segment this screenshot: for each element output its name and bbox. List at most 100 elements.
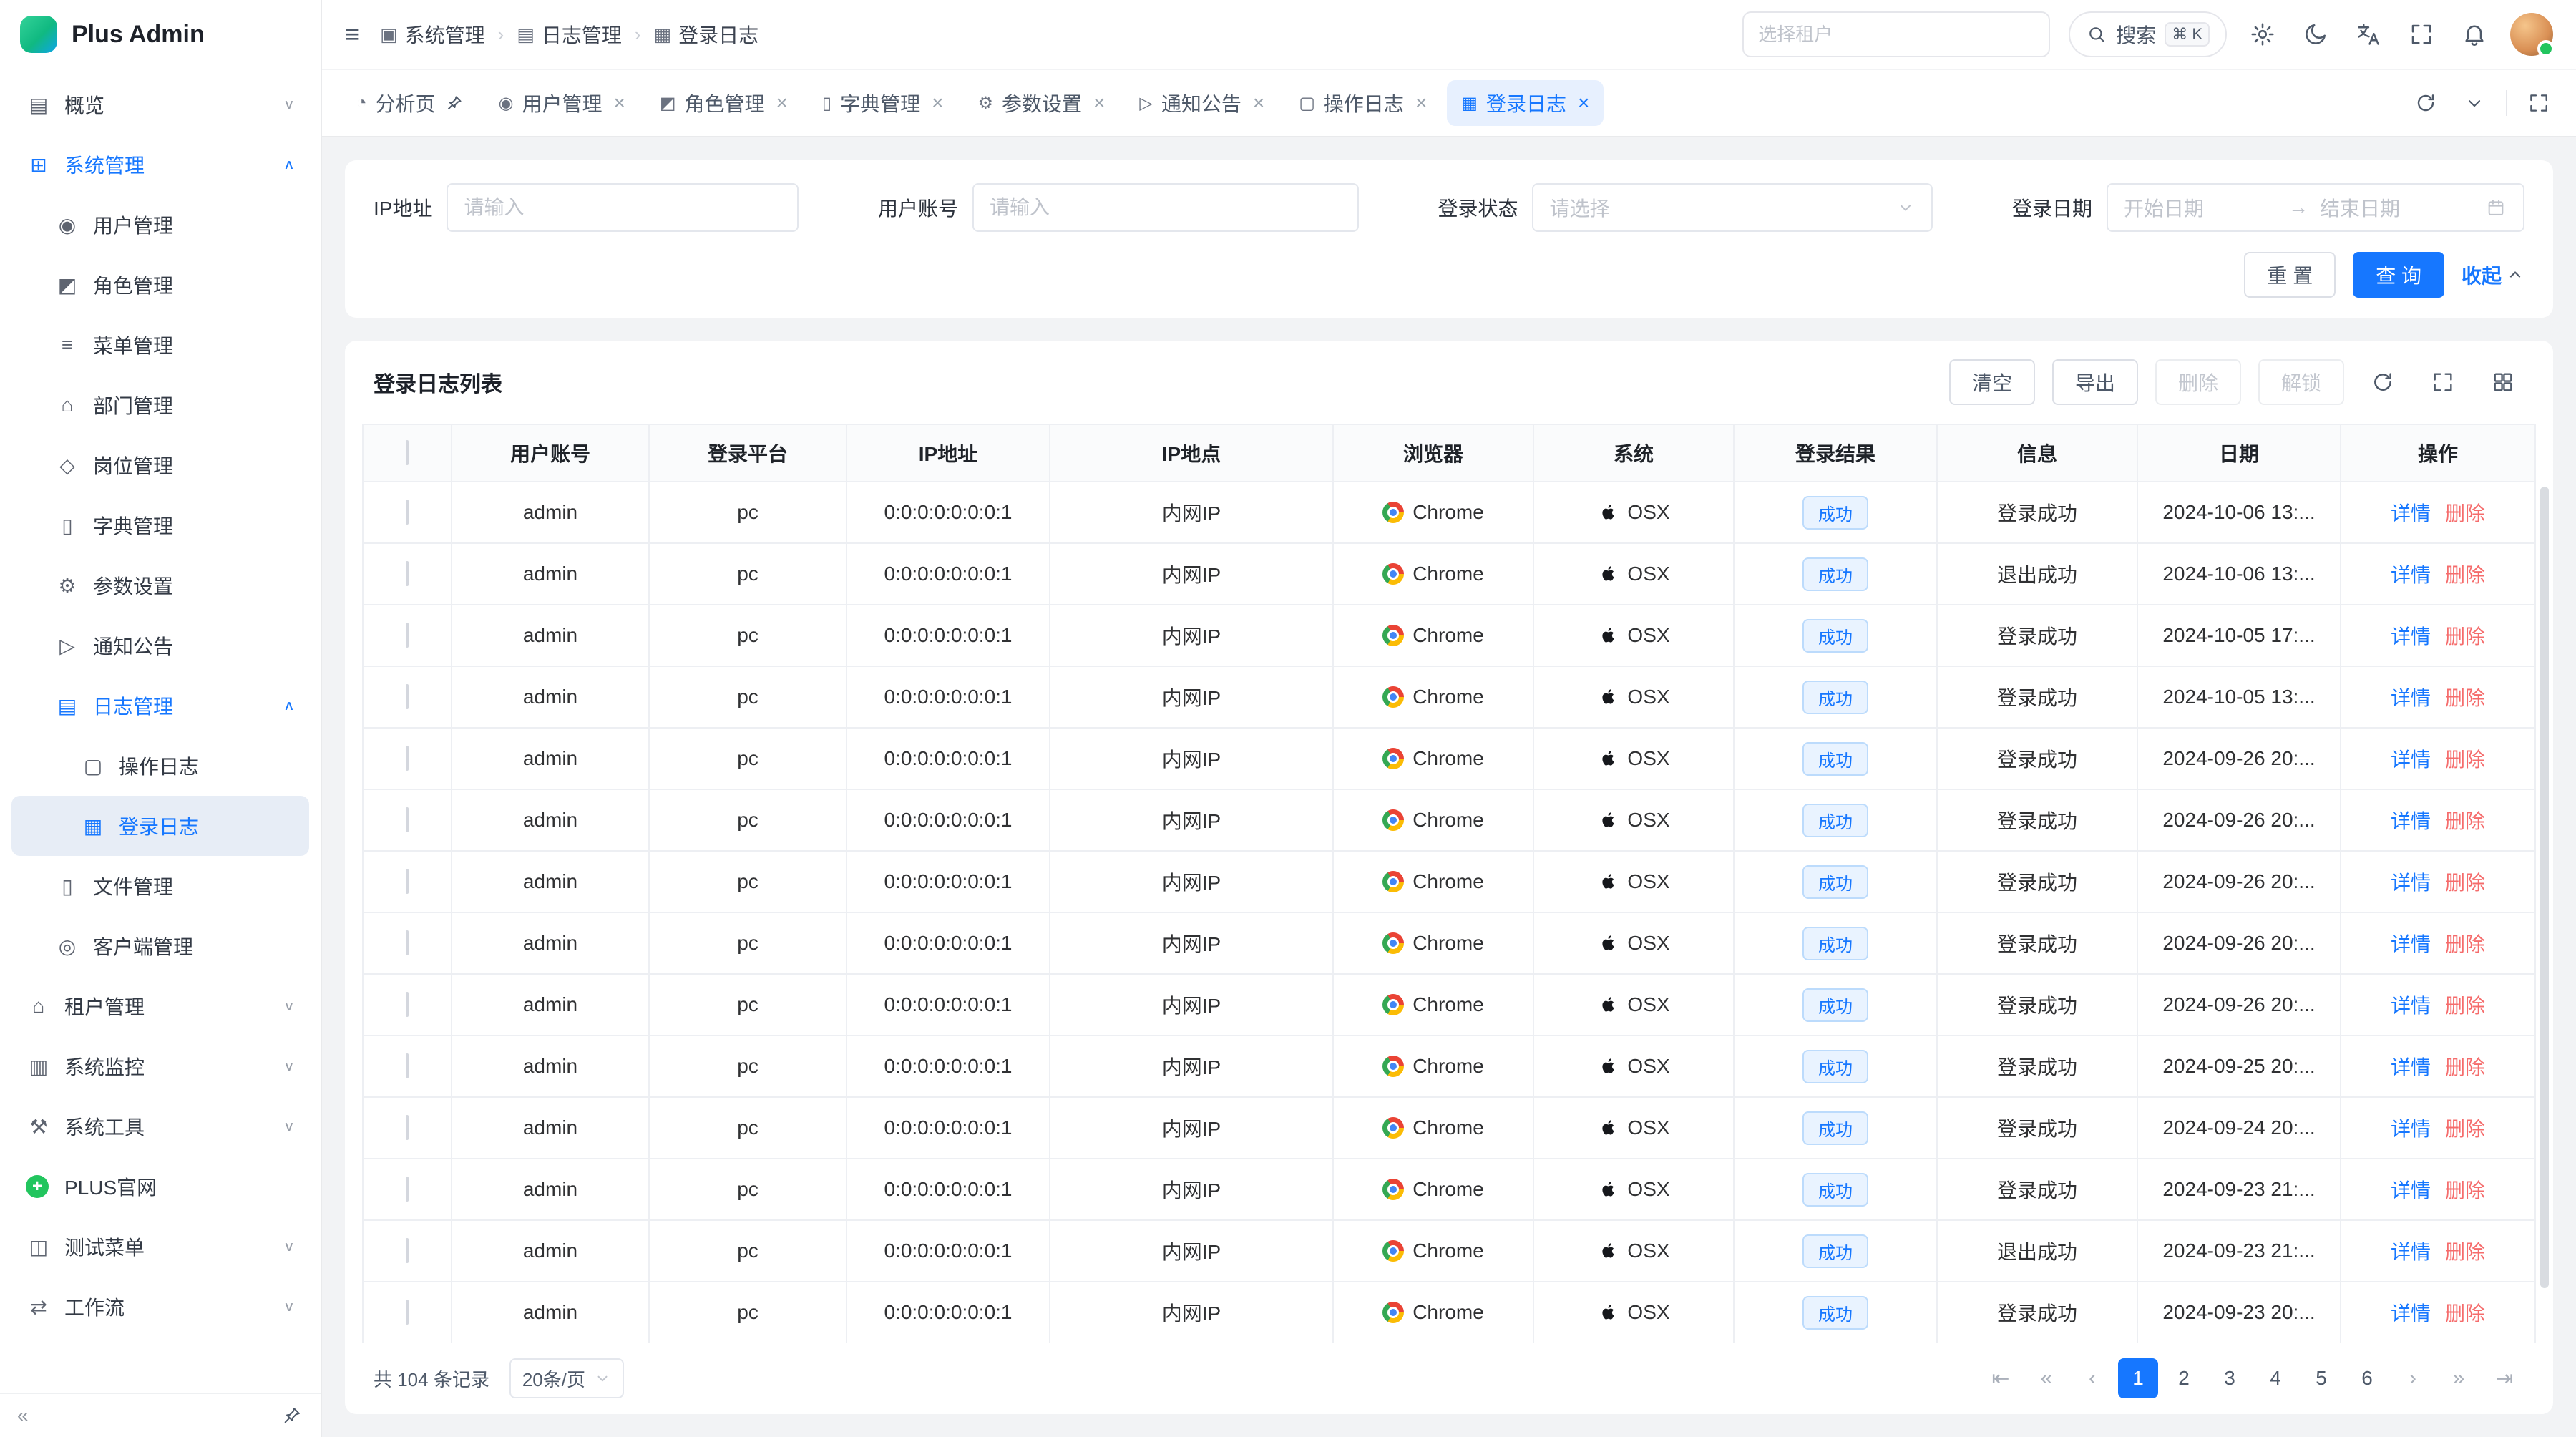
breadcrumb-log-management[interactable]: ▤日志管理 <box>517 20 622 49</box>
hamburger-menu-icon[interactable]: ≡ <box>345 19 360 49</box>
column-header[interactable]: IP地点 <box>1050 424 1333 482</box>
table-scrollbar[interactable] <box>2540 487 2549 1288</box>
collapse-sidebar-button[interactable]: « <box>17 1404 29 1427</box>
breadcrumb-system-management[interactable]: ▣系统管理 <box>380 20 485 49</box>
sidebar-item-post-management[interactable]: ◇岗位管理 <box>11 435 309 495</box>
next-page-button[interactable]: › <box>2393 1358 2433 1398</box>
delete-link[interactable]: 删除 <box>2445 1056 2485 1078</box>
row-checkbox[interactable] <box>406 1300 409 1325</box>
delete-link[interactable]: 删除 <box>2445 1302 2485 1325</box>
search-button[interactable]: 查 询 <box>2353 252 2444 298</box>
delete-link[interactable]: 删除 <box>2445 810 2485 832</box>
detail-link[interactable]: 详情 <box>2391 933 2431 955</box>
page-number[interactable]: 3 <box>2210 1358 2250 1398</box>
last-page-button[interactable]: ⇥ <box>2484 1358 2524 1398</box>
sidebar-item-workflow[interactable]: ⇄工作流∨ <box>11 1277 309 1337</box>
close-icon[interactable]: × <box>1093 93 1105 113</box>
tab-role-management[interactable]: ◩角色管理× <box>645 80 802 126</box>
fullscreen-icon[interactable] <box>2421 361 2464 404</box>
detail-link[interactable]: 详情 <box>2391 564 2431 586</box>
refresh-icon[interactable] <box>2409 86 2443 120</box>
detail-link[interactable]: 详情 <box>2391 1241 2431 1263</box>
page-size-select[interactable]: 20条/页 <box>509 1358 624 1398</box>
breadcrumb-login-log[interactable]: ▦登录日志 <box>654 20 759 49</box>
clear-button[interactable]: 清空 <box>1949 359 2035 405</box>
page-number[interactable]: 1 <box>2118 1358 2158 1398</box>
sidebar-item-dept-management[interactable]: ⌂部门管理 <box>11 375 309 435</box>
delete-link[interactable]: 删除 <box>2445 625 2485 648</box>
refresh-icon[interactable] <box>2361 361 2404 404</box>
detail-link[interactable]: 详情 <box>2391 1118 2431 1140</box>
sidebar-item-plus-website[interactable]: +PLUS官网 <box>11 1156 309 1217</box>
app-logo[interactable]: Plus Admin <box>0 0 321 69</box>
first-page-button[interactable]: ⇤ <box>1981 1358 2021 1398</box>
detail-link[interactable]: 详情 <box>2391 1179 2431 1202</box>
tab-notice[interactable]: ▷通知公告× <box>1125 80 1279 126</box>
detail-link[interactable]: 详情 <box>2391 749 2431 771</box>
delete-link[interactable]: 删除 <box>2445 749 2485 771</box>
sidebar-item-tenant-management[interactable]: ⌂租户管理∨ <box>11 976 309 1036</box>
page-number[interactable]: 2 <box>2164 1358 2204 1398</box>
jump-back-button[interactable]: « <box>2026 1358 2067 1398</box>
sidebar-item-dict-management[interactable]: ▯字典管理 <box>11 495 309 555</box>
tab-user-management[interactable]: ◉用户管理× <box>484 80 640 126</box>
column-header[interactable]: 操作 <box>2341 424 2535 482</box>
delete-link[interactable]: 删除 <box>2445 1118 2485 1140</box>
sidebar-item-system-monitor[interactable]: ▥系统监控∨ <box>11 1036 309 1096</box>
export-button[interactable]: 导出 <box>2052 359 2138 405</box>
global-search[interactable]: 搜索 ⌘ K <box>2069 11 2227 57</box>
tab-dict-management[interactable]: ▯字典管理× <box>808 80 958 126</box>
close-icon[interactable]: × <box>1578 93 1589 113</box>
close-icon[interactable]: × <box>932 93 943 113</box>
sidebar-item-notice[interactable]: ▷通知公告 <box>11 615 309 676</box>
tab-operation-log[interactable]: ▢操作日志× <box>1284 80 1441 126</box>
close-icon[interactable]: × <box>776 93 788 113</box>
collapse-filters-link[interactable]: 收起 <box>2462 260 2524 289</box>
prev-page-button[interactable]: ‹ <box>2072 1358 2112 1398</box>
avatar[interactable] <box>2510 13 2553 56</box>
detail-link[interactable]: 详情 <box>2391 625 2431 648</box>
unlock-button[interactable]: 解锁 <box>2258 359 2344 405</box>
pin-icon[interactable] <box>280 1404 303 1427</box>
row-checkbox[interactable] <box>406 807 409 832</box>
row-checkbox[interactable] <box>406 869 409 894</box>
column-header[interactable]: 日期 <box>2137 424 2341 482</box>
sidebar-item-param-settings[interactable]: ⚙参数设置 <box>11 555 309 615</box>
select-all-checkbox[interactable] <box>406 440 409 465</box>
column-header[interactable]: IP地址 <box>847 424 1050 482</box>
tab-login-log[interactable]: ▦登录日志× <box>1447 80 1604 126</box>
delete-link[interactable]: 删除 <box>2445 687 2485 709</box>
expand-content-icon[interactable] <box>2522 86 2556 120</box>
fullscreen-icon[interactable] <box>2404 17 2439 52</box>
detail-link[interactable]: 详情 <box>2391 1056 2431 1078</box>
tenant-select[interactable] <box>1742 11 2050 57</box>
sidebar-item-log-management[interactable]: ▤日志管理∧ <box>11 676 309 736</box>
chevron-down-icon[interactable] <box>2457 86 2492 120</box>
column-header[interactable]: 信息 <box>1937 424 2137 482</box>
close-icon[interactable]: × <box>1415 93 1427 113</box>
column-header[interactable]: 浏览器 <box>1333 424 1533 482</box>
row-checkbox[interactable] <box>406 561 409 586</box>
row-checkbox[interactable] <box>406 992 409 1017</box>
sidebar-item-user-management[interactable]: ◉用户管理 <box>11 195 309 255</box>
detail-link[interactable]: 详情 <box>2391 995 2431 1017</box>
pin-icon[interactable] <box>444 93 464 113</box>
gear-icon[interactable] <box>2245 17 2280 52</box>
row-checkbox[interactable] <box>406 684 409 709</box>
sidebar-item-file-management[interactable]: ▯文件管理 <box>11 856 309 916</box>
page-number[interactable]: 4 <box>2255 1358 2296 1398</box>
translate-icon[interactable] <box>2351 17 2386 52</box>
row-checkbox[interactable] <box>406 1238 409 1263</box>
row-checkbox[interactable] <box>406 623 409 648</box>
sidebar-item-client-management[interactable]: ◎客户端管理 <box>11 916 309 976</box>
sidebar-item-role-management[interactable]: ◩角色管理 <box>11 255 309 315</box>
sidebar-item-test-menu[interactable]: ◫测试菜单∨ <box>11 1217 309 1277</box>
row-checkbox[interactable] <box>406 930 409 955</box>
delete-link[interactable]: 删除 <box>2445 872 2485 894</box>
tab-analysis-page[interactable]: ◔分析页 <box>342 80 479 126</box>
account-input[interactable] <box>972 183 1359 232</box>
column-header[interactable]: 登录平台 <box>649 424 847 482</box>
column-header[interactable]: 用户账号 <box>452 424 649 482</box>
jump-forward-button[interactable]: » <box>2439 1358 2479 1398</box>
row-checkbox[interactable] <box>406 500 409 525</box>
